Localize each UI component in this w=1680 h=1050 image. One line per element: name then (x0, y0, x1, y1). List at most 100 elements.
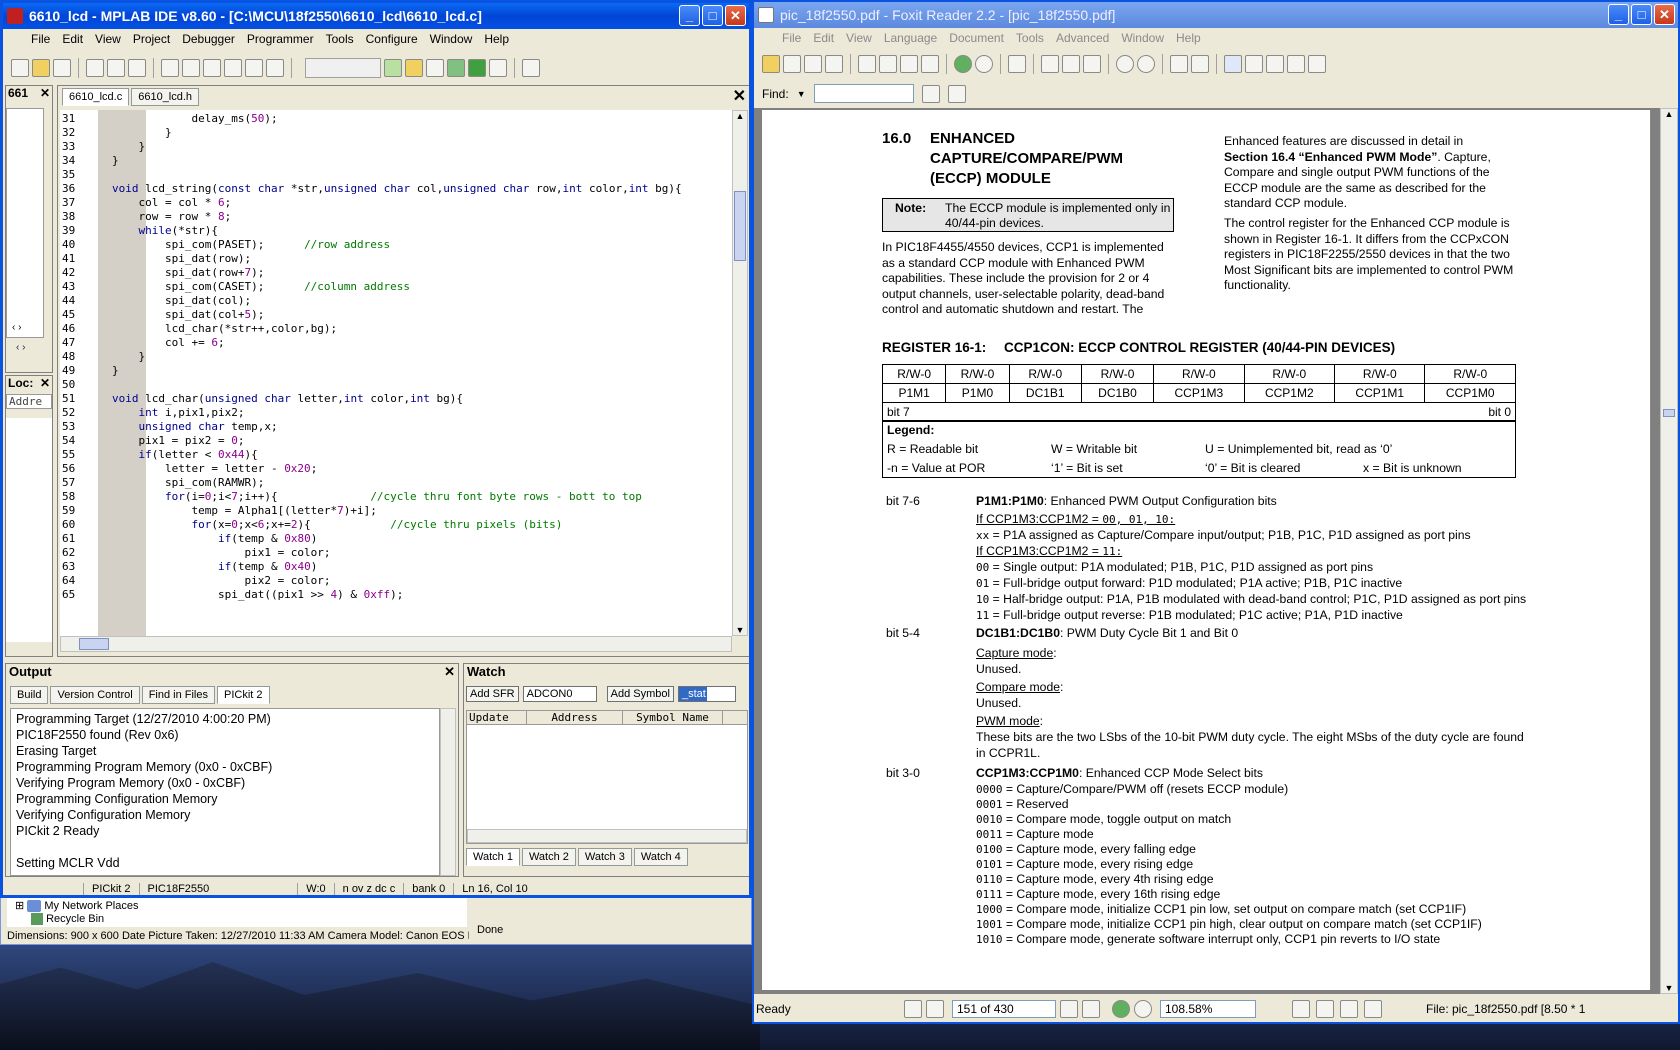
bookmark-icon[interactable] (224, 59, 242, 77)
single-page-icon[interactable] (1292, 1000, 1310, 1018)
hand-tool-icon[interactable] (1224, 55, 1242, 73)
pdf-scroll-up-icon[interactable]: ▲ (1661, 109, 1677, 119)
config-dropdown[interactable] (305, 58, 381, 78)
watch-table[interactable]: Update Address Symbol Name (466, 710, 748, 844)
find-icon[interactable] (182, 59, 200, 77)
locals-tab-label[interactable]: Loc: (8, 376, 33, 390)
back-icon[interactable] (954, 55, 972, 73)
foxit-menu-document[interactable]: Document (943, 31, 1010, 45)
open-icon[interactable] (762, 55, 780, 73)
cut-icon[interactable] (86, 59, 104, 77)
code-area[interactable]: 31 delay_ms(50); 32 } 33 } 34} 35 36 void lcd_… (60, 110, 732, 636)
tree-item-network[interactable]: ⊞ My Network Places (15, 899, 138, 913)
last-page-icon[interactable] (921, 55, 939, 73)
scroll-up-icon[interactable]: ▲ (733, 111, 747, 121)
tab-watch2[interactable]: Watch 2 (521, 848, 576, 866)
status-first-page-icon[interactable] (904, 1000, 922, 1018)
close-button[interactable]: ✕ (725, 5, 746, 26)
foxit-maximize-button[interactable]: □ (1631, 4, 1652, 25)
foxit-menu-view[interactable]: View (840, 31, 878, 45)
email-icon[interactable] (825, 55, 843, 73)
tab-watch1[interactable]: Watch 1 (466, 848, 520, 866)
status-next-page-icon[interactable] (1060, 1000, 1078, 1018)
bookmarks-icon[interactable] (1170, 55, 1188, 73)
zoom-field[interactable]: 108.58% (1160, 1000, 1256, 1018)
menu-programmer[interactable]: Programmer (241, 32, 320, 46)
tab-version-control[interactable]: Version Control (50, 686, 140, 704)
status-back-icon[interactable] (1112, 1000, 1130, 1018)
section-link[interactable]: Section 16.4 “Enhanced PWM Mode” (1224, 150, 1437, 164)
page-number-field[interactable]: 151 of 430 (952, 1000, 1056, 1018)
hscroll-thumb[interactable] (79, 638, 109, 650)
save-project-icon[interactable] (426, 59, 444, 77)
foxit-menu-edit[interactable]: Edit (807, 31, 840, 45)
pdf-scroll-down-icon[interactable]: ▼ (1661, 983, 1677, 993)
zoom-icon[interactable] (1008, 55, 1026, 73)
find-next-icon[interactable] (947, 84, 966, 103)
maximize-button[interactable]: □ (702, 5, 723, 26)
foxit-minimize-button[interactable]: _ (1608, 4, 1629, 25)
info-icon[interactable] (489, 59, 507, 77)
col-symbol[interactable]: Symbol Name (623, 711, 723, 724)
new-file-icon[interactable] (11, 59, 29, 77)
sfr-select[interactable]: ADCON0 (522, 686, 597, 702)
tab-find-in-files[interactable]: Find in Files (141, 686, 215, 704)
layout-icon[interactable] (1191, 55, 1209, 73)
next-page-icon[interactable] (900, 55, 918, 73)
fit-width-icon[interactable] (1083, 55, 1101, 73)
watch-hscrollbar[interactable] (467, 829, 747, 843)
editor-close-icon[interactable]: ✕ (733, 86, 746, 106)
menu-file[interactable]: File (25, 32, 56, 46)
select-tool-icon[interactable] (1245, 55, 1263, 73)
tree-scroll-icon[interactable]: ‹ › (16, 342, 25, 353)
col-address[interactable]: Address (527, 711, 623, 724)
tab-pickit2[interactable]: PICkit 2 (216, 686, 270, 704)
save-icon[interactable] (783, 55, 801, 73)
binoculars-icon[interactable] (1266, 55, 1284, 73)
menu-edit[interactable]: Edit (56, 32, 89, 46)
editor-hscrollbar[interactable] (60, 636, 732, 652)
scroll-down-icon[interactable]: ▼ (733, 625, 747, 635)
foxit-menu-help[interactable]: Help (1170, 31, 1207, 45)
scroll-left-icon[interactable]: ‹ › (12, 322, 21, 333)
foxit-menu-advanced[interactable]: Advanced (1050, 31, 1115, 45)
menu-window[interactable]: Window (424, 32, 479, 46)
tree-item-recycle[interactable]: Recycle Bin (31, 913, 104, 927)
pdf-vscrollbar[interactable]: ▲ ▼ (1660, 108, 1678, 994)
new-project-icon[interactable] (384, 59, 402, 77)
add-sfr-button[interactable]: Add SFR (466, 686, 519, 702)
tab-watch4[interactable]: Watch 4 (633, 848, 688, 866)
output-text[interactable]: Programming Target (12/27/2010 4:00:20 P… (10, 708, 440, 876)
continuous-icon[interactable] (1316, 1000, 1334, 1018)
tab-6610-lcd-c[interactable]: 6610_lcd.c (62, 88, 130, 106)
foxit-menu-window[interactable]: Window (1115, 31, 1170, 45)
find-dropdown-icon[interactable]: ▼ (797, 89, 806, 99)
add-symbol-button[interactable]: Add Symbol (606, 686, 674, 702)
close-icon[interactable]: ✕ (40, 86, 50, 100)
menu-configure[interactable]: Configure (360, 32, 424, 46)
prev-page-icon[interactable] (879, 55, 897, 73)
document-viewport[interactable]: 16.0 ENHANCED CAPTURE/COMPARE/PWM (ECCP)… (754, 108, 1678, 994)
open-folder-icon[interactable] (32, 59, 50, 77)
scroll-thumb[interactable] (734, 191, 746, 261)
menu-help[interactable]: Help (478, 32, 515, 46)
zoom-out-icon[interactable] (1116, 55, 1134, 73)
build-icon[interactable] (447, 59, 465, 77)
find-input[interactable] (813, 84, 914, 103)
print-icon[interactable] (804, 55, 822, 73)
forward-icon[interactable] (975, 55, 993, 73)
menu-view[interactable]: View (89, 32, 127, 46)
mplab-titlebar[interactable]: 6610_lcd - MPLAB IDE v8.60 - [C:\MCU\18f… (3, 3, 749, 29)
open-project-icon[interactable] (405, 59, 423, 77)
facing-icon[interactable] (1340, 1000, 1358, 1018)
foxit-menu-language[interactable]: Language (878, 31, 943, 45)
foxit-close-button[interactable]: ✕ (1654, 4, 1675, 25)
actual-size-icon[interactable] (1041, 55, 1059, 73)
project-tab-label[interactable]: 661 (8, 86, 28, 100)
minimize-button[interactable]: _ (679, 5, 700, 26)
zoom-in-icon[interactable] (1137, 55, 1155, 73)
tab-6610-lcd-h[interactable]: 6610_lcd.h (131, 88, 200, 106)
print-icon[interactable] (161, 59, 179, 77)
help-icon[interactable] (266, 59, 284, 77)
programmer-icon[interactable] (522, 59, 540, 77)
